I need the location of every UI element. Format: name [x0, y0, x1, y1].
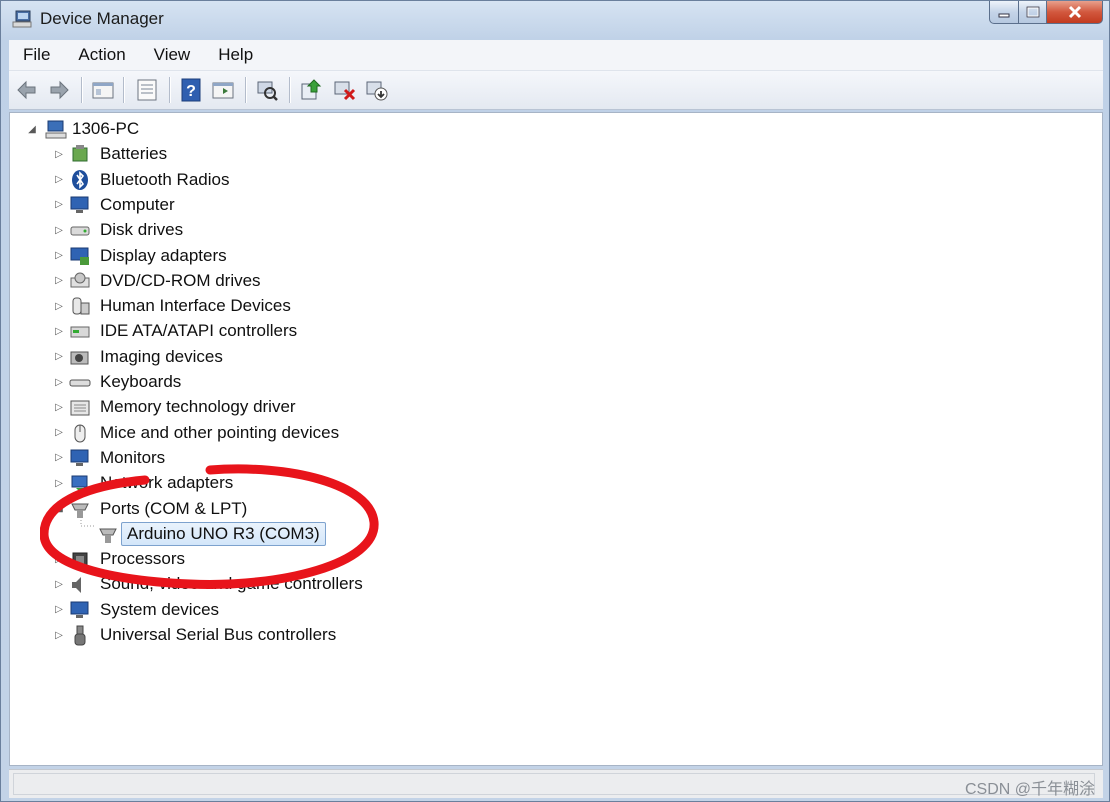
properties-pane-icon[interactable]	[91, 78, 115, 102]
watermark: CSDN @千年糊涂	[964, 781, 1095, 798]
device-category-icon	[72, 145, 88, 162]
back-icon[interactable]	[15, 78, 39, 102]
tree-category[interactable]: ▷ Universal Serial Bus controllers	[10, 623, 410, 647]
device-manager-window: Device Manager File Action View Help ? ◢…	[0, 0, 1110, 802]
tree-category-label: Display adapters	[100, 245, 227, 265]
tree-category-label: Computer	[100, 194, 175, 214]
expand-arrow-icon[interactable]: ▷	[53, 325, 65, 337]
expand-arrow-icon[interactable]: ▷	[53, 452, 65, 464]
expand-arrow-icon[interactable]: ▷	[53, 376, 65, 388]
tree-category[interactable]: ▷ System devices	[10, 598, 410, 622]
tree-category-label: Keyboards	[100, 372, 182, 391]
tree-category-label: Batteries	[100, 144, 168, 164]
expand-arrow-icon[interactable]: ▷	[53, 300, 65, 312]
device-category-icon	[70, 601, 89, 618]
forward-icon[interactable]	[47, 78, 71, 102]
device-tree-panel[interactable]: ◢ 1306-PC ▷ Batteries ▷ Bluetooth Radios ▷ Comp…	[9, 112, 1103, 766]
device-category-icon	[69, 379, 91, 387]
expand-arrow-icon[interactable]: ▷	[53, 250, 65, 262]
tree-category[interactable]: ▷ Memory technology driver	[10, 395, 410, 419]
tree-category-label: DVD/CD-ROM drives	[100, 270, 261, 290]
menu-action[interactable]: Action	[64, 45, 139, 65]
toolbar: ?	[9, 71, 1103, 110]
device-category-icon	[74, 625, 86, 646]
tree-category[interactable]: ▷ IDE ATA/ATAPI controllers	[10, 319, 410, 343]
device-category-icon	[70, 196, 89, 213]
close-button[interactable]	[1047, 1, 1103, 24]
list-view-icon[interactable]	[135, 78, 159, 102]
tree-category[interactable]: ▷ DVD/CD-ROM drives	[10, 269, 410, 293]
tree-category-label: IDE ATA/ATAPI controllers	[100, 321, 298, 341]
computer-icon	[45, 120, 67, 139]
expand-arrow-icon[interactable]: ▷	[53, 224, 65, 236]
device-manager-icon	[12, 10, 32, 28]
expand-arrow-icon[interactable]: ▷	[53, 351, 65, 363]
expand-arrow-icon[interactable]: ▷	[53, 401, 65, 413]
expand-arrow-icon[interactable]: ▷	[53, 604, 65, 616]
tree-category[interactable]: ▷ Bluetooth Radios	[10, 168, 410, 192]
device-category-icon	[74, 424, 86, 443]
tree-category[interactable]: ▷ Disk drives	[10, 218, 410, 242]
expand-arrow-icon[interactable]: ▷	[53, 199, 65, 211]
tree-category[interactable]: ▷ Keyboards	[10, 370, 410, 394]
tree-category[interactable]: ▷ Display adapters	[10, 244, 410, 268]
expand-arrow-icon[interactable]: ▷	[53, 427, 65, 439]
tree-category-label: Mice and other pointing devices	[100, 422, 340, 442]
expand-arrow-icon[interactable]: ▷	[53, 275, 65, 287]
menu-bar: File Action View Help	[9, 40, 1103, 71]
maximize-button[interactable]	[1019, 1, 1047, 24]
show-hide-icon[interactable]	[211, 78, 235, 102]
tree-category-label: Human Interface Devices	[100, 296, 291, 316]
menu-help[interactable]: Help	[204, 45, 267, 65]
svg-text:?: ?	[186, 83, 196, 100]
minimize-button[interactable]	[989, 1, 1019, 24]
device-category-icon	[72, 169, 88, 190]
maximize-icon	[1026, 6, 1039, 18]
tree-category[interactable]: ▷ Human Interface Devices	[10, 294, 410, 318]
status-cell	[13, 773, 1095, 795]
device-category-icon	[70, 326, 90, 338]
red-highlight-circle	[40, 464, 379, 589]
minimize-icon	[998, 13, 1010, 18]
tree-category[interactable]: ▷ Mice and other pointing devices	[10, 421, 410, 445]
device-category-icon	[70, 226, 90, 236]
device-category-icon	[70, 247, 89, 265]
scan-hardware-icon[interactable]	[255, 78, 279, 102]
tree-category-label: Bluetooth Radios	[100, 169, 230, 189]
tree-category[interactable]: ▷ Batteries	[10, 142, 410, 166]
tree-root-1306-pc[interactable]: ◢ 1306-PC	[10, 117, 310, 141]
tree-category-label: Imaging devices	[100, 346, 223, 366]
collapse-arrow-icon[interactable]: ◢	[26, 123, 38, 135]
status-bar	[9, 769, 1103, 798]
menu-file[interactable]: File	[9, 45, 64, 65]
device-category-icon	[70, 400, 90, 416]
menu-view[interactable]: View	[140, 45, 205, 65]
window-title: Device Manager	[40, 9, 164, 28]
disable-device-icon[interactable]	[365, 78, 389, 102]
help-icon[interactable]: ?	[179, 78, 203, 102]
expand-arrow-icon[interactable]: ▷	[53, 174, 65, 186]
tree-category-label: Memory technology driver	[100, 397, 296, 417]
uninstall-icon[interactable]	[333, 78, 357, 102]
title-bar[interactable]: Device Manager	[1, 1, 1109, 39]
device-category-icon	[72, 297, 90, 315]
close-icon	[1068, 5, 1081, 19]
device-category-icon	[70, 351, 89, 365]
update-driver-icon[interactable]	[299, 78, 323, 102]
tree-root-label: 1306-PC	[72, 119, 140, 138]
tree-category[interactable]: ▷ Computer	[10, 193, 410, 217]
device-category-icon	[70, 272, 90, 288]
expand-arrow-icon[interactable]: ▷	[53, 148, 65, 160]
expand-arrow-icon[interactable]: ▷	[53, 629, 65, 641]
tree-category[interactable]: ▷ Imaging devices	[10, 345, 410, 369]
tree-category-label: Disk drives	[100, 220, 184, 240]
tree-category-label: Universal Serial Bus controllers	[100, 625, 337, 644]
tree-category-label: System devices	[100, 599, 220, 619]
